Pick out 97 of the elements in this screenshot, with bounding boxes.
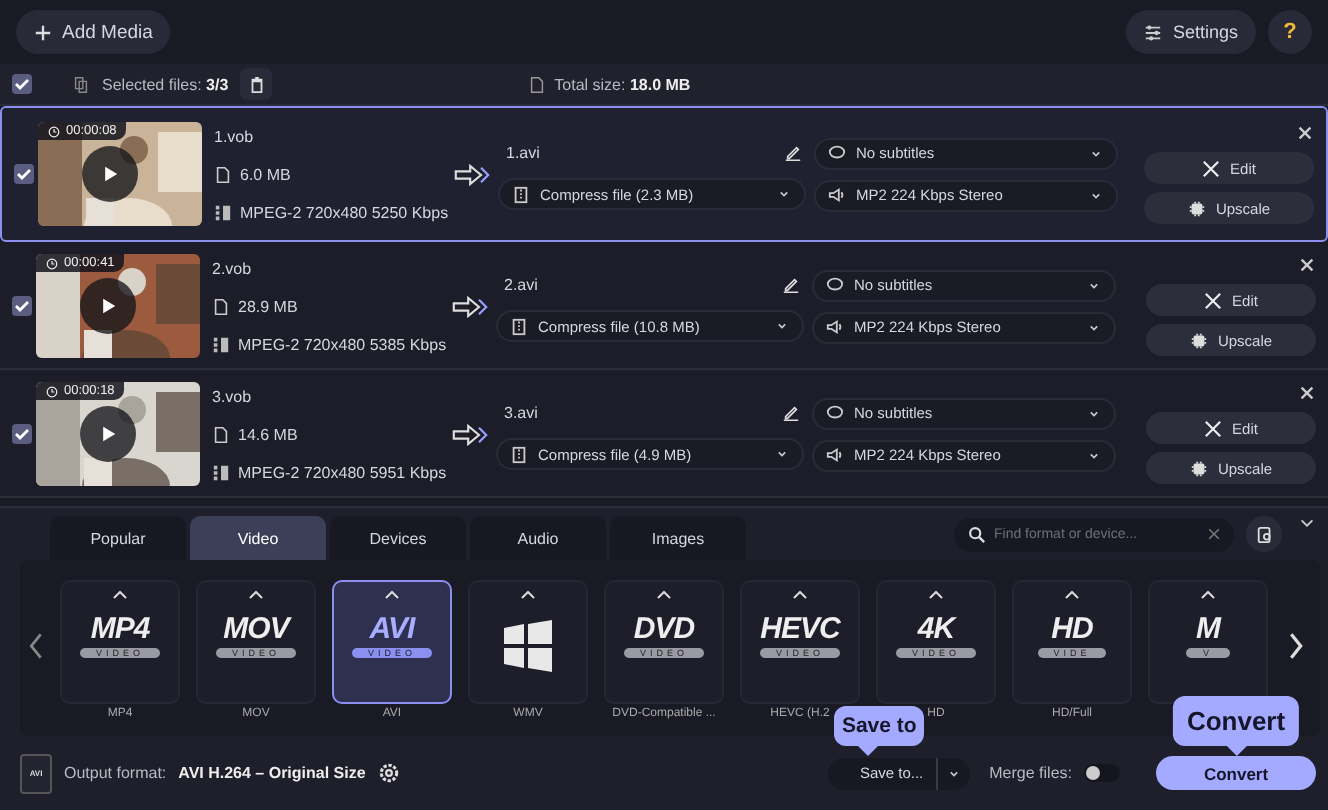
chevron-left-icon[interactable]: [28, 632, 44, 660]
convert-button[interactable]: Convert: [1156, 756, 1316, 790]
film-icon: [212, 463, 230, 481]
caret-up-icon: [928, 590, 944, 600]
merge-files-label: Merge files:: [989, 764, 1072, 782]
clear-icon[interactable]: [1206, 526, 1222, 542]
codec-info: MPEG-2 720x480 5250 Kbps: [240, 203, 449, 221]
film-icon: [214, 203, 232, 221]
select-all-checkbox[interactable]: [12, 74, 32, 94]
speaker-icon: [826, 318, 844, 336]
speaker-icon: [828, 186, 846, 204]
phone-search-icon: [1255, 525, 1273, 543]
tools-icon: [1204, 419, 1223, 437]
format-tab[interactable]: Video: [190, 516, 326, 560]
file-checkbox[interactable]: [14, 164, 34, 184]
output-format-value: AVI H.264 – Original Size: [178, 764, 366, 782]
help-button[interactable]: ?: [1268, 10, 1312, 54]
format-tab[interactable]: Audio: [470, 516, 606, 560]
file-name: 1.vob: [214, 127, 256, 145]
save-to-callout: Save to: [833, 705, 925, 755]
file-name: 2.vob: [212, 259, 254, 277]
close-button[interactable]: [1298, 256, 1316, 276]
pencil-icon: [782, 276, 800, 294]
codec-info: MPEG-2 720x480 5951 Kbps: [238, 463, 447, 481]
clock-icon: [46, 257, 58, 269]
convert-arrow-icon: [452, 423, 488, 445]
chip-icon: [1189, 331, 1208, 349]
pencil-icon: [784, 144, 802, 162]
chip-icon: [1187, 199, 1206, 217]
close-icon: [1296, 124, 1314, 142]
format-tab[interactable]: Popular: [50, 516, 186, 560]
zip-file-icon: [512, 185, 530, 203]
file-icon: [212, 425, 230, 443]
caret-up-icon: [384, 590, 400, 600]
chevron-down-icon[interactable]: [1298, 514, 1316, 532]
output-file-name: 1.avi: [506, 144, 540, 162]
trash-icon: [247, 75, 266, 93]
file-icon: [214, 165, 232, 183]
total-size: Total size: 18.0 MB: [554, 75, 691, 93]
output-file-name: 3.avi: [504, 404, 538, 422]
plus-icon: [34, 23, 52, 41]
convert-callout: Convert: [1172, 696, 1300, 756]
selected-files-count: Selected files: 3/3: [102, 75, 229, 93]
clock-icon: [46, 385, 58, 397]
zip-file-icon: [510, 317, 528, 335]
convert-arrow-icon: [454, 163, 490, 185]
format-tab[interactable]: Images: [610, 516, 746, 560]
file-icon: [528, 75, 547, 93]
file-size: 14.6 MB: [238, 425, 298, 443]
pencil-icon: [782, 404, 800, 422]
caret-up-icon: [520, 590, 536, 600]
tools-icon: [1202, 159, 1221, 177]
speech-bubble-icon: [826, 276, 844, 294]
settings-icon[interactable]: [377, 762, 400, 784]
caret-up-icon: [1200, 590, 1216, 600]
file-size: 6.0 MB: [240, 165, 291, 183]
convert-arrow-icon: [452, 295, 488, 317]
tools-icon: [1204, 291, 1223, 309]
film-icon: [212, 335, 230, 353]
format-tile[interactable]: [468, 580, 588, 704]
delete-button[interactable]: [240, 68, 273, 100]
output-file-name: 2.avi: [504, 276, 538, 294]
file-name: 3.vob: [212, 387, 254, 405]
device-detect-button[interactable]: [1246, 516, 1282, 552]
close-icon: [1298, 384, 1316, 402]
close-button[interactable]: [1296, 124, 1314, 144]
speech-bubble-icon: [828, 144, 846, 162]
caret-up-icon: [792, 590, 808, 600]
caret-up-icon: [1064, 590, 1080, 600]
merge-files-toggle[interactable]: [1084, 764, 1120, 782]
settings-icon: [1144, 23, 1163, 41]
clock-icon: [48, 125, 60, 137]
file-checkbox[interactable]: [12, 296, 32, 316]
speech-bubble-icon: [826, 404, 844, 422]
close-button[interactable]: [1298, 384, 1316, 404]
files-icon: [72, 75, 90, 93]
speaker-icon: [826, 446, 844, 464]
chevron-down-icon: [774, 318, 790, 334]
codec-info: MPEG-2 720x480 5385 Kbps: [238, 335, 447, 353]
chip-icon: [1189, 459, 1208, 477]
caret-up-icon: [656, 590, 672, 600]
output-format-label: Output format:: [64, 764, 167, 782]
file-size: 28.9 MB: [238, 297, 298, 315]
settings-button[interactable]: Settings: [1126, 10, 1256, 54]
chevron-right-icon[interactable]: [1288, 632, 1304, 660]
close-icon: [1298, 256, 1316, 274]
search-icon: [968, 525, 986, 543]
file-checkbox[interactable]: [12, 424, 32, 444]
add-media-button[interactable]: Add Media: [16, 10, 171, 54]
caret-up-icon: [112, 590, 128, 600]
windows-logo-icon: [498, 616, 558, 676]
zip-file-icon: [510, 445, 528, 463]
chevron-down-icon: [774, 446, 790, 462]
caret-up-icon: [248, 590, 264, 600]
format-tab[interactable]: Devices: [330, 516, 466, 560]
chevron-down-icon: [776, 186, 792, 202]
file-icon: [212, 297, 230, 315]
